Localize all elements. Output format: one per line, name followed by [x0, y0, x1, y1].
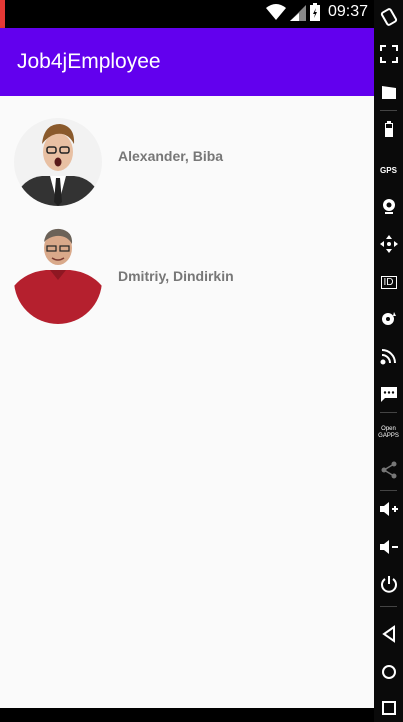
app-title: Job4jEmployee — [17, 50, 161, 73]
panel-divider — [380, 110, 397, 111]
employee-name: Dmitriy, Dindirkin — [118, 268, 234, 284]
fullscreen-icon[interactable] — [374, 40, 403, 68]
wifi-icon — [265, 4, 286, 20]
back-icon[interactable] — [374, 620, 403, 648]
employee-row[interactable]: Alexander, Biba — [0, 96, 374, 214]
battery-icon[interactable] — [374, 115, 403, 143]
volume-up-icon[interactable] — [374, 495, 403, 523]
signal-icon — [289, 5, 306, 21]
battery-charging-icon — [309, 3, 320, 21]
status-icons: 09:37 — [265, 3, 368, 21]
sms-icon[interactable] — [374, 380, 403, 408]
employee-name: Alexander, Biba — [118, 148, 224, 164]
employee-list: Alexander, Biba Dmitriy, Dindirkin — [0, 96, 374, 708]
status-time: 09:37 — [327, 3, 368, 20]
rss-icon[interactable] — [374, 342, 403, 370]
volume-down-icon[interactable] — [374, 533, 403, 561]
id-label: ID — [380, 275, 397, 289]
bottom-bar — [0, 708, 374, 722]
employee-avatar — [14, 118, 102, 206]
clapperboard-icon[interactable] — [374, 78, 403, 106]
status-bar: 09:37 — [0, 0, 374, 28]
panel-divider — [380, 412, 397, 413]
panel-divider — [380, 606, 397, 607]
recents-icon[interactable] — [374, 694, 403, 722]
power-icon[interactable] — [374, 570, 403, 598]
disk-icon[interactable] — [374, 305, 403, 333]
panel-divider — [380, 490, 397, 491]
emulator-side-panel: GPS ID Open GAPPS — [374, 0, 403, 722]
employee-row[interactable]: Dmitriy, Dindirkin — [0, 214, 374, 332]
status-bar-accent — [0, 0, 5, 28]
home-icon[interactable] — [374, 658, 403, 686]
rotate-icon[interactable] — [374, 3, 403, 31]
gps-icon[interactable]: GPS — [374, 156, 403, 184]
opengapps-label: Open GAPPS — [378, 426, 399, 439]
app-bar: Job4jEmployee — [0, 28, 374, 96]
move-icon[interactable] — [374, 230, 403, 258]
share-icon[interactable] — [374, 456, 403, 484]
opengapps-icon[interactable]: Open GAPPS — [374, 418, 403, 448]
camera-icon[interactable] — [374, 192, 403, 220]
gps-label: GPS — [380, 165, 397, 175]
employee-avatar — [14, 228, 102, 324]
id-icon[interactable]: ID — [374, 268, 403, 296]
